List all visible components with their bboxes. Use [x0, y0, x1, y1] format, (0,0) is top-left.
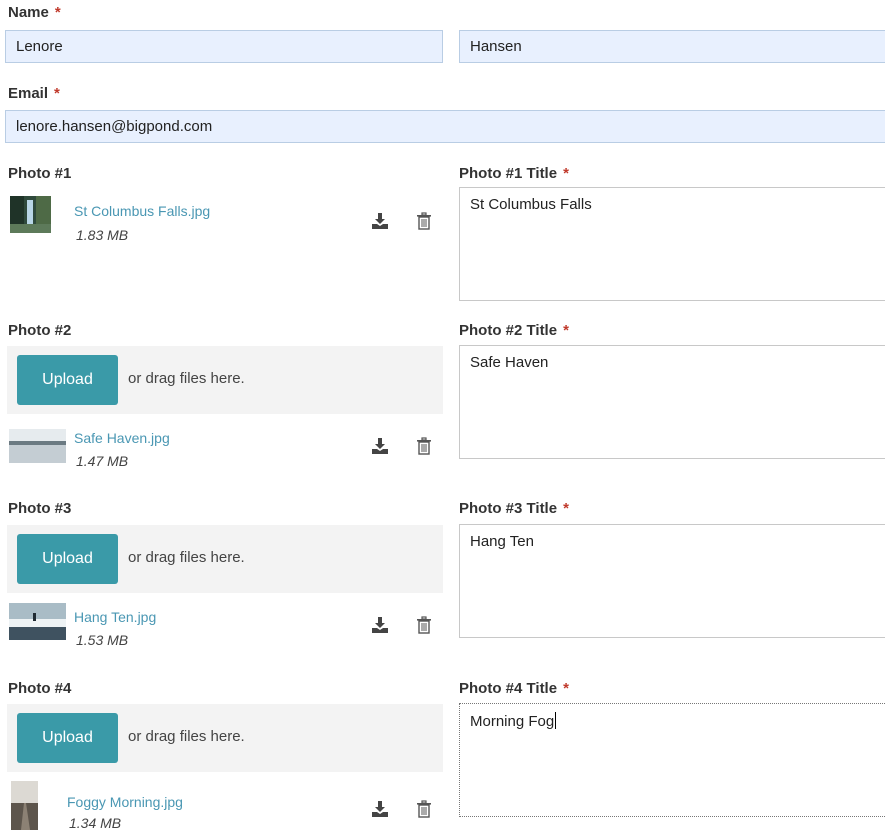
photo-1-title-input[interactable]: St Columbus Falls [459, 187, 885, 301]
photo-3-title-label-text: Photo #3 Title [459, 500, 558, 517]
photo-4-title-value: Morning Fog [470, 713, 555, 730]
photo-1-file-size: 1.83 MB [76, 227, 129, 243]
photo-2-title-label-text: Photo #2 Title [459, 322, 558, 339]
photo-2-thumbnail [9, 429, 66, 463]
photo-3-thumbnail [9, 603, 66, 640]
drag-hint: or drag files here. [128, 370, 245, 387]
photo-3-title-label: Photo #3 Title * [459, 500, 569, 517]
required-mark: * [563, 165, 569, 182]
download-icon[interactable] [371, 616, 389, 634]
download-icon[interactable] [371, 437, 389, 455]
photo-2-label: Photo #2 [8, 322, 72, 339]
trash-icon[interactable] [416, 437, 432, 455]
photo-4-label: Photo #4 [8, 680, 72, 697]
photo-4-file-name[interactable]: Foggy Morning.jpg [67, 794, 183, 810]
required-mark: * [54, 85, 60, 102]
required-mark: * [563, 322, 569, 339]
photo-1-title-label: Photo #1 Title * [459, 165, 569, 182]
drag-hint: or drag files here. [128, 549, 245, 566]
text-caret [555, 712, 557, 729]
first-name-input[interactable]: Lenore [5, 30, 443, 63]
photo-2-dropzone[interactable]: Upload or drag files here. [7, 346, 443, 414]
photo-4-title-input[interactable]: Morning Fog [459, 703, 885, 817]
required-mark: * [54, 4, 61, 21]
download-icon[interactable] [371, 212, 389, 230]
trash-icon[interactable] [416, 800, 432, 818]
name-label-text: Name [8, 4, 49, 21]
photo-4-upload-button[interactable]: Upload [17, 713, 118, 763]
photo-4-title-label: Photo #4 Title * [459, 680, 569, 697]
photo-4-dropzone[interactable]: Upload or drag files here. [7, 704, 443, 772]
photo-3-label: Photo #3 [8, 500, 72, 517]
photo-3-file-name[interactable]: Hang Ten.jpg [74, 609, 156, 625]
photo-3-title-input[interactable]: Hang Ten [459, 524, 885, 638]
photo-4-thumbnail [11, 781, 38, 830]
required-mark: * [563, 680, 569, 697]
photo-1-label: Photo #1 [8, 165, 72, 182]
photo-1-file-name[interactable]: St Columbus Falls.jpg [74, 203, 210, 219]
email-label-text: Email [8, 85, 49, 102]
trash-icon[interactable] [416, 212, 432, 230]
photo-2-file-size: 1.47 MB [76, 453, 129, 469]
drag-hint: or drag files here. [128, 728, 245, 745]
email-input[interactable]: lenore.hansen@bigpond.com [5, 110, 885, 143]
photo-2-title-input[interactable]: Safe Haven [459, 345, 885, 459]
photo-3-file-size: 1.53 MB [76, 632, 129, 648]
photo-1-thumbnail [10, 196, 51, 233]
last-name-input[interactable]: Hansen [459, 30, 885, 63]
photo-2-file-name[interactable]: Safe Haven.jpg [74, 430, 170, 446]
name-label: Name * [8, 4, 61, 21]
photo-4-file-size: 1.34 MB [69, 815, 122, 831]
photo-2-upload-button[interactable]: Upload [17, 355, 118, 405]
photo-4-title-label-text: Photo #4 Title [459, 680, 558, 697]
required-mark: * [563, 500, 569, 517]
trash-icon[interactable] [416, 616, 432, 634]
photo-3-dropzone[interactable]: Upload or drag files here. [7, 525, 443, 593]
download-icon[interactable] [371, 800, 389, 818]
photo-2-title-label: Photo #2 Title * [459, 322, 569, 339]
photo-3-upload-button[interactable]: Upload [17, 534, 118, 584]
email-label: Email * [8, 85, 60, 102]
photo-1-title-label-text: Photo #1 Title [459, 165, 558, 182]
